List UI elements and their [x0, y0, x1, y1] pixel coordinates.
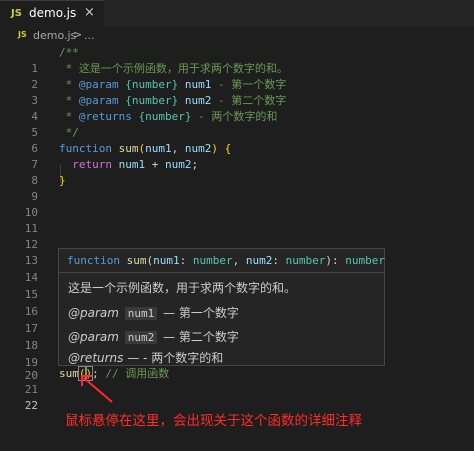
hover-param: @param num1 — 第一个数字 — [68, 306, 239, 320]
code-line[interactable]: 3 * @param {number} num1 - 第一个数字 — [0, 77, 474, 107]
javascript-file-icon: JS — [11, 8, 22, 19]
hover-tooltip: function sum(num1: number, num2: number)… — [58, 248, 385, 366]
code-line[interactable]: 11 — [0, 205, 474, 235]
line-code: function sum(num1, num2) { — [59, 142, 232, 155]
breadcrumb-more[interactable]: ... — [84, 29, 95, 42]
code-line[interactable]: 2 * 这是一个示例函数，用于求两个数字的和。 — [0, 61, 474, 91]
close-icon[interactable]: × — [84, 5, 95, 20]
hover-param: @param num2 — 第二个数字 — [68, 330, 239, 344]
code-line[interactable]: 22 — [0, 382, 474, 412]
code-line[interactable]: 8 return num1 + num2; — [0, 157, 474, 187]
chevron-right-icon: > — [73, 28, 83, 41]
code-line[interactable]: 5 * @returns {number} - 两个数字的和 — [0, 109, 474, 139]
hover-signature: function sum(num1: number, num2: number)… — [59, 249, 385, 273]
code-line[interactable]: 4 * @param {number} num2 - 第二个数字 — [0, 93, 474, 123]
breadcrumb: JS demo.js > ... — [0, 27, 474, 45]
line-code: } — [59, 174, 66, 187]
line-code: * @returns {number} - 两个数字的和 — [59, 110, 278, 123]
code-line[interactable]: 21 sum(); // 调用函数 — [0, 366, 474, 396]
tab-demo-js[interactable]: JS demo.js × — [0, 0, 104, 27]
line-code: * @param {number} num2 - 第二个数字 — [59, 94, 287, 107]
line-code: */ — [59, 126, 79, 139]
code-line[interactable]: 7 function sum(num1, num2) { — [0, 141, 474, 171]
hover-description: 这是一个示例函数，用于求两个数字的和。 — [68, 281, 297, 295]
code-line[interactable]: 12 — [0, 221, 474, 251]
line-code: * @param {number} num1 - 第一个数字 — [59, 78, 287, 91]
annotation-arrow-icon — [81, 375, 113, 403]
line-code: return num1 + num2; — [72, 158, 199, 171]
breadcrumb-file[interactable]: demo.js — [33, 29, 76, 42]
hover-returns: @returns — - 两个数字的和 — [68, 351, 224, 365]
tab-bar: JS demo.js × — [0, 0, 474, 27]
code-line[interactable]: 10 — [0, 189, 474, 219]
line-code: /** — [59, 46, 79, 59]
line-code: * 这是一个示例函数，用于求两个数字的和。 — [59, 62, 288, 75]
code-line[interactable]: 1 /** — [0, 45, 474, 75]
code-line[interactable]: 9 } — [0, 173, 474, 203]
annotation-text: 鼠标悬停在这里，会出现关于这个函数的详细注释 — [65, 413, 362, 429]
javascript-file-icon: JS — [18, 30, 27, 39]
line-number: 22 — [24, 399, 38, 412]
code-line[interactable]: 6 */ — [0, 125, 474, 155]
tab-label: demo.js — [29, 6, 77, 20]
